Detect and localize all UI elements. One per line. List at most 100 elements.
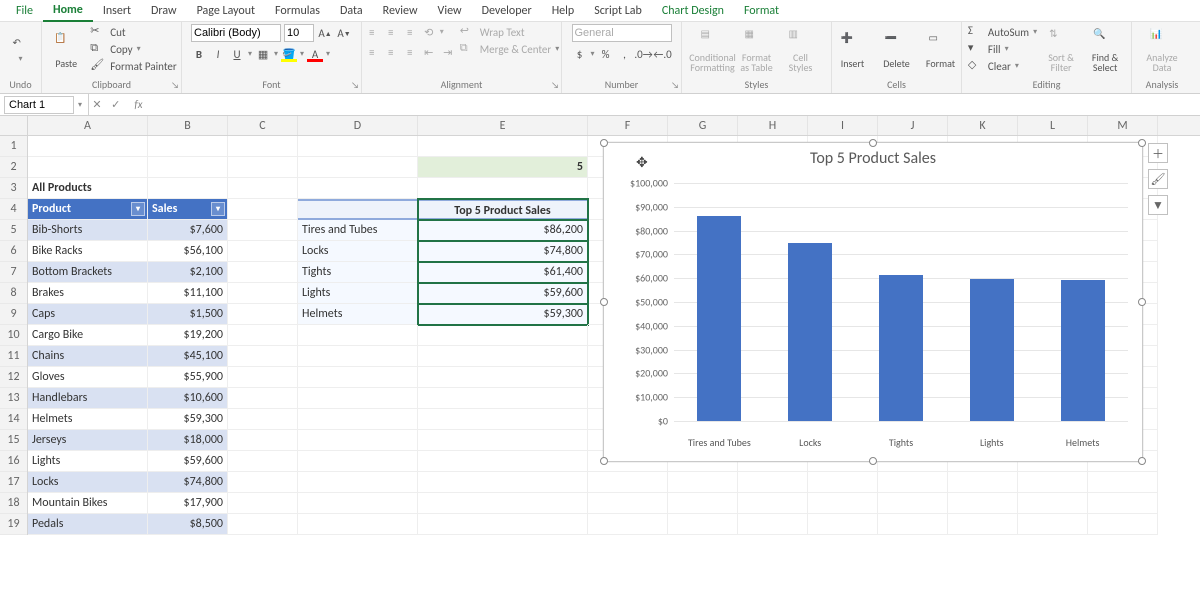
cell[interactable]: $59,300 [418,304,588,325]
cell[interactable] [948,493,1018,514]
menu-data[interactable]: Data [330,1,373,21]
cell[interactable]: $10,600 [148,388,228,409]
row-header-19[interactable]: 19 [0,514,27,535]
cell[interactable] [1018,514,1088,535]
menu-page-layout[interactable]: Page Layout [187,1,265,21]
cell[interactable] [418,388,588,409]
merge-center-button[interactable]: ⧉Merge & Center▾ [460,41,560,57]
cell[interactable] [738,514,808,535]
row-header-7[interactable]: 7 [0,262,27,283]
row-header-1[interactable]: 1 [0,136,27,157]
cell[interactable]: $56,100 [148,241,228,262]
menu-view[interactable]: View [428,1,472,21]
cell[interactable] [418,325,588,346]
clear-button[interactable]: ◇Clear▾ [968,58,1037,74]
resize-handle[interactable] [1138,139,1146,147]
column-headers[interactable]: ABCDEFGHIJKLM [0,116,1200,136]
cell[interactable] [588,472,668,493]
menu-chart-design[interactable]: Chart Design [652,1,734,21]
cell[interactable]: $59,600 [418,283,588,304]
undo-button[interactable]: ↶▾ [1,24,41,76]
name-box[interactable] [4,96,74,114]
row-header-2[interactable]: 2 [0,157,27,178]
col-header-M[interactable]: M [1088,116,1158,135]
cell[interactable] [298,199,418,220]
cell[interactable] [298,325,418,346]
conditional-formatting-button[interactable]: ▤Conditional Formatting [693,24,733,76]
chart-bar[interactable] [697,216,741,421]
resize-handle[interactable] [869,457,877,465]
dialog-launcher-icon[interactable]: ↘ [551,80,559,91]
cell[interactable] [588,493,668,514]
align-left-icon[interactable]: ≡ [364,44,380,60]
cell[interactable] [228,388,298,409]
percent-icon[interactable]: % [598,46,614,62]
cell[interactable]: Lights [28,451,148,472]
row-header-18[interactable]: 18 [0,493,27,514]
cell[interactable] [228,157,298,178]
cell[interactable] [418,493,588,514]
cell[interactable] [148,178,228,199]
row-header-5[interactable]: 5 [0,220,27,241]
cell[interactable] [738,472,808,493]
resize-handle[interactable] [1138,298,1146,306]
dialog-launcher-icon[interactable]: ↘ [351,80,359,91]
cell[interactable] [228,304,298,325]
cell[interactable] [298,178,418,199]
cell[interactable]: Gloves [28,367,148,388]
cell[interactable] [1018,493,1088,514]
cell[interactable] [418,136,588,157]
cell[interactable] [878,493,948,514]
row-header-13[interactable]: 13 [0,388,27,409]
decrease-font-icon[interactable]: A▼ [336,25,352,41]
row-header-10[interactable]: 10 [0,325,27,346]
worksheet[interactable]: ABCDEFGHIJKLM 12345678910111213141516171… [0,116,1200,589]
filter-dropdown-icon[interactable]: ▾ [211,202,225,216]
cell[interactable] [418,472,588,493]
col-header-D[interactable]: D [298,116,418,135]
cell[interactable] [878,514,948,535]
cell[interactable]: $74,800 [148,472,228,493]
col-header-C[interactable]: C [228,116,298,135]
enter-formula-icon[interactable]: ✓ [108,98,124,111]
col-header-L[interactable]: L [1018,116,1088,135]
cell[interactable]: $8,500 [148,514,228,535]
font-color-button[interactable]: A [307,46,323,62]
fill-button[interactable]: ▾Fill▾ [968,41,1037,57]
cell[interactable] [1088,472,1158,493]
cell[interactable]: Tires and Tubes [298,220,418,241]
copy-button[interactable]: ⧉Copy▾ [90,41,176,57]
cell[interactable] [588,514,668,535]
cell[interactable]: $74,800 [418,241,588,262]
menu-script-lab[interactable]: Script Lab [584,1,652,21]
cell[interactable] [808,493,878,514]
number-format-select[interactable] [572,24,672,42]
cell[interactable]: Caps [28,304,148,325]
select-all-corner[interactable] [0,116,28,135]
cell[interactable]: Sales▾ [148,199,228,220]
cell[interactable] [298,136,418,157]
row-header-11[interactable]: 11 [0,346,27,367]
cell[interactable] [738,493,808,514]
col-header-F[interactable]: F [588,116,668,135]
cell[interactable] [1088,493,1158,514]
row-header-14[interactable]: 14 [0,409,27,430]
cell[interactable] [228,367,298,388]
format-painter-button[interactable]: 🖌Format Painter [90,58,176,74]
cell[interactable]: Locks [28,472,148,493]
cell[interactable]: Helmets [28,409,148,430]
row-headers[interactable]: 12345678910111213141516171819 [0,136,28,535]
chart-object[interactable]: Top 5 Product Sales $0$10,000$20,000$30,… [603,142,1143,462]
row-header-15[interactable]: 15 [0,430,27,451]
cell[interactable] [228,241,298,262]
cell[interactable]: $59,600 [148,451,228,472]
cell[interactable] [228,262,298,283]
cell[interactable] [1018,472,1088,493]
row-header-16[interactable]: 16 [0,451,27,472]
col-header-A[interactable]: A [28,116,148,135]
cell[interactable] [1088,514,1158,535]
cell[interactable] [298,367,418,388]
cell[interactable]: Lights [298,283,418,304]
font-size-select[interactable] [284,24,314,42]
chart-title[interactable]: Top 5 Product Sales [604,149,1142,168]
